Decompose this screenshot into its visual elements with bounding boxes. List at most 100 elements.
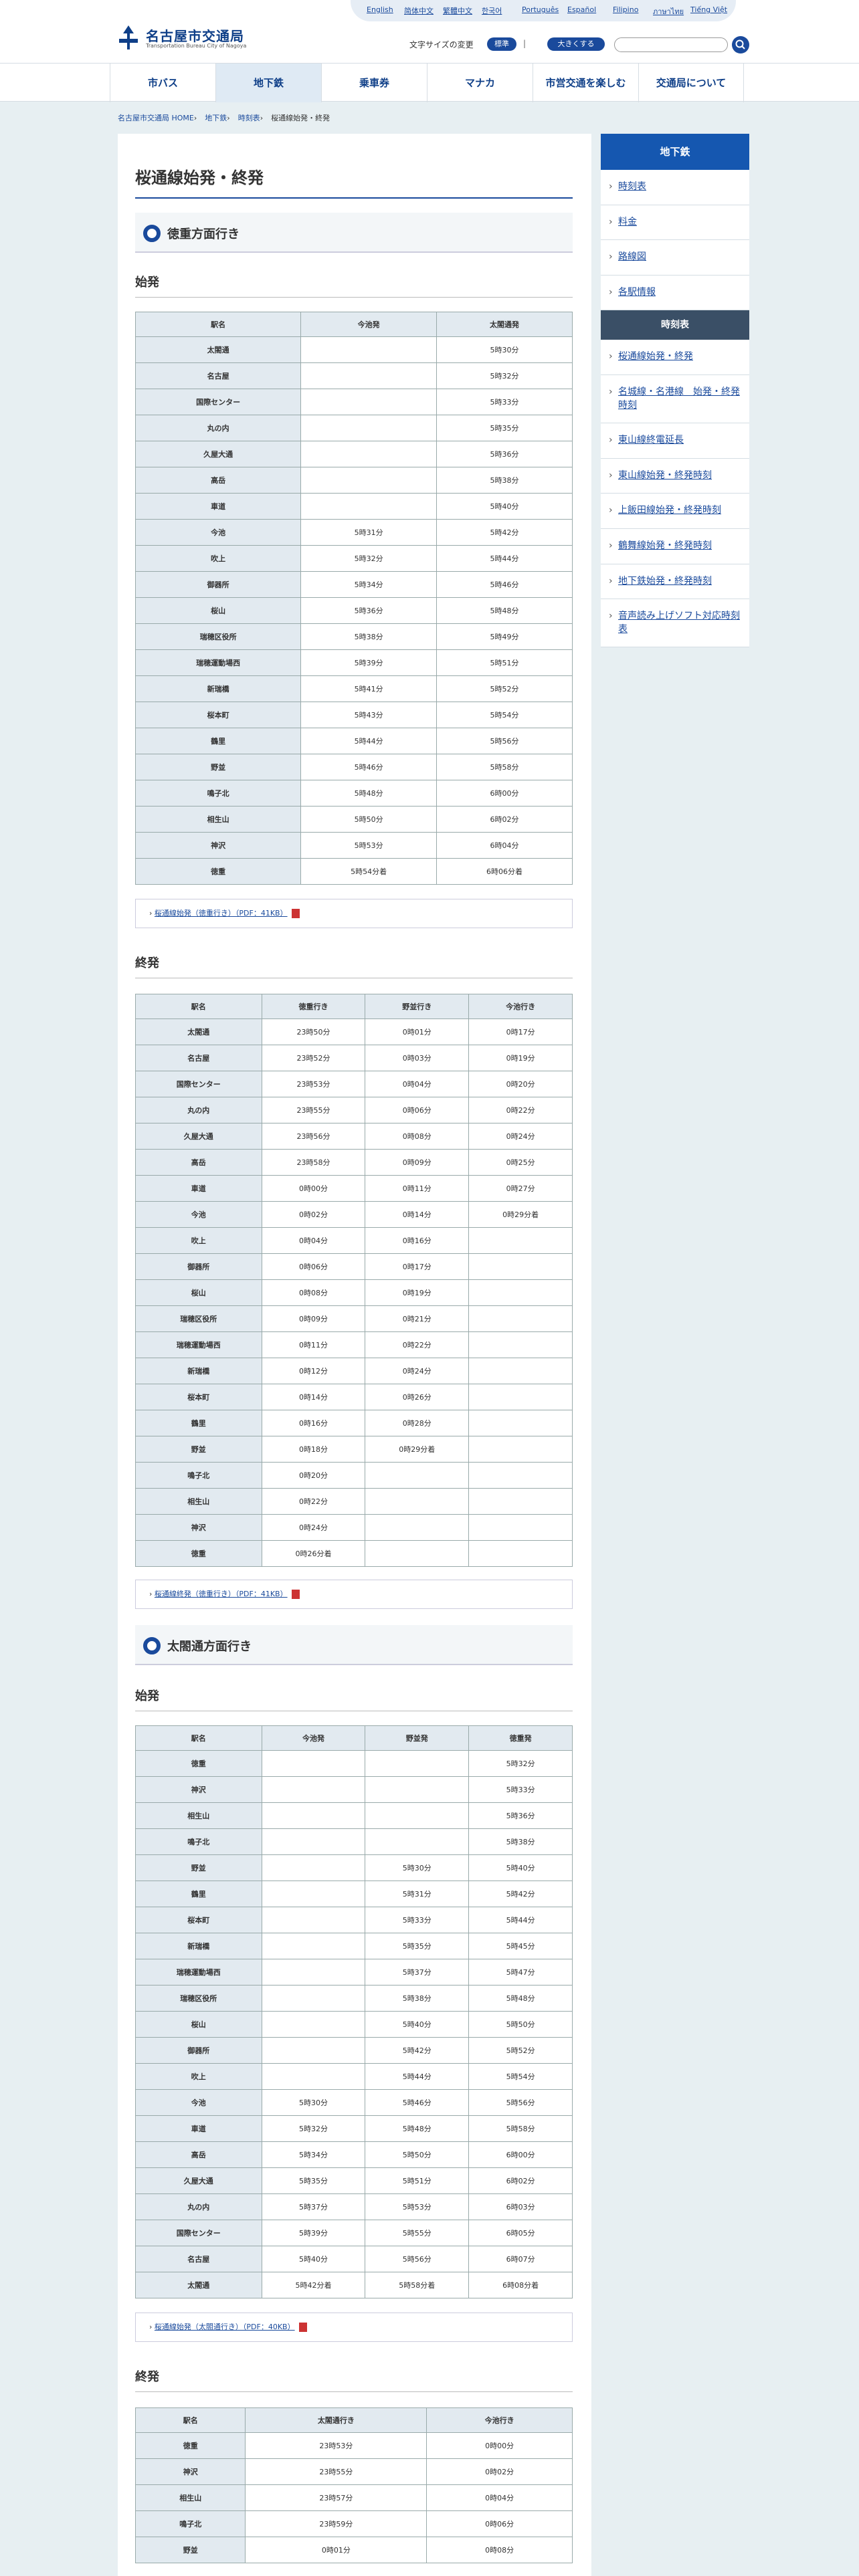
time-cell xyxy=(261,1802,366,1829)
station-cell: 今池 xyxy=(135,1201,262,1228)
time-cell xyxy=(261,1854,366,1881)
nav-item[interactable]: 市営交通を楽しむ xyxy=(533,64,638,102)
sidebar-link[interactable]: 名城線・名港線 始発・終発時刻 xyxy=(601,374,749,424)
time-cell xyxy=(261,1985,366,2012)
time-cell: 0時16分 xyxy=(365,1227,470,1254)
timetable: 駅名 太閤通行き 今池行き 徳重 23時53分 0時00分 神沢 23時55分 0時02分 相生山… xyxy=(134,2407,573,2563)
time-cell: 0時14分 xyxy=(261,1384,366,1410)
time-cell: 0時22分 xyxy=(261,1488,366,1515)
table-row: 鶴里 5時44分 5時56分 xyxy=(134,728,573,754)
table-row: 太閤通 5時30分 xyxy=(134,336,573,363)
table-header-cell: 今池発 xyxy=(261,1725,366,1751)
table-row: 車道 0時00分 0時11分 0時27分 xyxy=(135,1175,573,1202)
font-standard-button[interactable]: 標準 xyxy=(487,37,516,51)
station-cell: 鳴子北 xyxy=(134,2510,246,2537)
circle-icon xyxy=(143,225,161,242)
sidebar-link[interactable]: 地下鉄始発・終発時刻 xyxy=(601,564,749,600)
sidebar-link[interactable]: 音声読み上げソフト対応時刻表 xyxy=(601,599,749,648)
search-input[interactable] xyxy=(614,37,728,52)
sidebar-link[interactable]: 桜通線始発・終発 xyxy=(601,340,749,375)
time-cell: 0時02分 xyxy=(261,1201,366,1228)
breadcrumb-link[interactable]: 時刻表 xyxy=(238,114,260,122)
table-row: 名古屋 5時32分 xyxy=(134,362,573,389)
time-cell xyxy=(468,1253,573,1280)
language-link[interactable]: 繁體中文 xyxy=(443,5,472,16)
table-row: 高岳 5時38分 xyxy=(134,467,573,494)
subsection-heading: 始発 xyxy=(135,1687,573,1711)
time-cell: 23時58分 xyxy=(261,1149,366,1176)
sidebar-link[interactable]: 東山線始発・終発時刻 xyxy=(601,458,749,494)
language-link[interactable]: Filipino xyxy=(613,5,638,14)
search-button[interactable] xyxy=(732,36,749,53)
station-cell: 徳重 xyxy=(135,1750,262,1777)
time-cell: 0時28分 xyxy=(365,1410,470,1436)
language-link[interactable]: 简体中文 xyxy=(404,5,434,16)
time-cell: 23時53分 xyxy=(245,2432,427,2459)
time-cell xyxy=(261,1933,366,1959)
pdf-link-box: › 桜通線始発（太閤通行き）（PDF：40KB） xyxy=(135,2313,573,2342)
nav-item[interactable]: 乗車券 xyxy=(321,64,427,102)
time-cell: 6時04分 xyxy=(436,832,573,859)
section-heading-text: 太閤通方面行き xyxy=(167,1640,252,1654)
table-header-cell: 今池行き xyxy=(426,2407,573,2433)
font-larger-button[interactable]: 大きくする xyxy=(547,37,605,51)
pdf-icon xyxy=(291,1590,300,1599)
time-cell: 5時41分 xyxy=(300,675,438,702)
time-cell xyxy=(261,1828,366,1855)
language-link[interactable]: ภาษาไทย xyxy=(653,5,684,17)
time-cell xyxy=(468,1410,573,1436)
pdf-icon xyxy=(291,909,300,918)
nav-item[interactable]: マナカ xyxy=(427,64,533,102)
sidebar-heading[interactable]: 地下鉄 xyxy=(601,134,749,170)
table-header-cell: 今池行き xyxy=(468,994,573,1019)
station-cell: 神沢 xyxy=(134,2458,246,2485)
station-cell: 野並 xyxy=(135,1436,262,1463)
sidebar-link[interactable]: 路線図 xyxy=(601,240,749,276)
nav-item[interactable]: 市バス xyxy=(110,64,215,102)
time-cell: 0時09分 xyxy=(365,1149,470,1176)
time-cell: 5時44分 xyxy=(300,728,438,754)
table-row: 瑞穂区役所 5時38分 5時49分 xyxy=(134,623,573,650)
sidebar-link[interactable]: 鶴舞線始発・終発時刻 xyxy=(601,528,749,564)
sidebar-link[interactable]: 時刻表 xyxy=(601,170,749,205)
breadcrumb-link[interactable]: 名古屋市交通局 HOME xyxy=(118,114,194,122)
section-heading: 徳重方面行き xyxy=(135,213,573,253)
sidebar-link[interactable]: 上飯田線始発・終発時刻 xyxy=(601,494,749,529)
time-cell: 0時22分 xyxy=(365,1331,470,1358)
time-cell xyxy=(261,1776,366,1803)
time-cell: 0時11分 xyxy=(261,1331,366,1358)
language-link[interactable]: Português xyxy=(522,5,559,14)
sidebar-link[interactable]: 東山線終電延長 xyxy=(601,423,749,459)
sidebar-link[interactable]: 料金 xyxy=(601,205,749,241)
nav-item[interactable]: 交通局について xyxy=(638,64,744,102)
station-cell: 相生山 xyxy=(135,1802,262,1829)
station-cell: 久屋大通 xyxy=(134,441,302,467)
table-row: 野並 0時18分 0時29分着 xyxy=(135,1436,573,1463)
language-link[interactable]: Tiếng Việt xyxy=(690,5,727,14)
time-cell: 5時30分 xyxy=(436,336,573,363)
language-link[interactable]: 한국어 xyxy=(482,5,502,16)
sidebar-link[interactable]: 各駅情報 xyxy=(601,275,749,311)
language-link[interactable]: Español xyxy=(567,5,596,14)
table-row: 瑞穂区役所 5時38分 5時48分 xyxy=(135,1985,573,2012)
table-row: 国際センター 5時39分 5時55分 6時05分 xyxy=(135,2220,573,2246)
table-row: 徳重 5時32分 xyxy=(135,1750,573,1777)
language-link[interactable]: English xyxy=(367,5,393,14)
table-row: 今池 0時02分 0時14分 0時29分着 xyxy=(135,1201,573,1228)
time-cell: 0時24分 xyxy=(261,1514,366,1541)
time-cell: 5時43分 xyxy=(300,702,438,728)
time-cell: 6時05分 xyxy=(468,2220,573,2246)
time-cell: 5時37分 xyxy=(365,1959,470,1985)
pdf-link-box: › 桜通線始発（徳重行き）（PDF：41KB） xyxy=(135,899,573,928)
time-cell: 5時42分着 xyxy=(261,2272,366,2298)
station-cell: 鶴里 xyxy=(135,1410,262,1436)
time-cell: 23時59分 xyxy=(245,2510,427,2537)
pdf-link[interactable]: 桜通線終発（徳重行き）（PDF：41KB） xyxy=(155,1590,288,1598)
nav-item[interactable]: 地下鉄 xyxy=(215,64,321,102)
pdf-link[interactable]: 桜通線始発（徳重行き）（PDF：41KB） xyxy=(155,909,288,918)
pdf-link[interactable]: 桜通線始発（太閤通行き）（PDF：40KB） xyxy=(155,2323,295,2331)
time-cell: 5時37分 xyxy=(261,2193,366,2220)
table-header-cell: 野並行き xyxy=(365,994,470,1019)
breadcrumb: 名古屋市交通局 HOME› 地下鉄› 時刻表› 桜通線始発・終発 xyxy=(118,112,338,123)
breadcrumb-link[interactable]: 地下鉄 xyxy=(205,114,227,122)
